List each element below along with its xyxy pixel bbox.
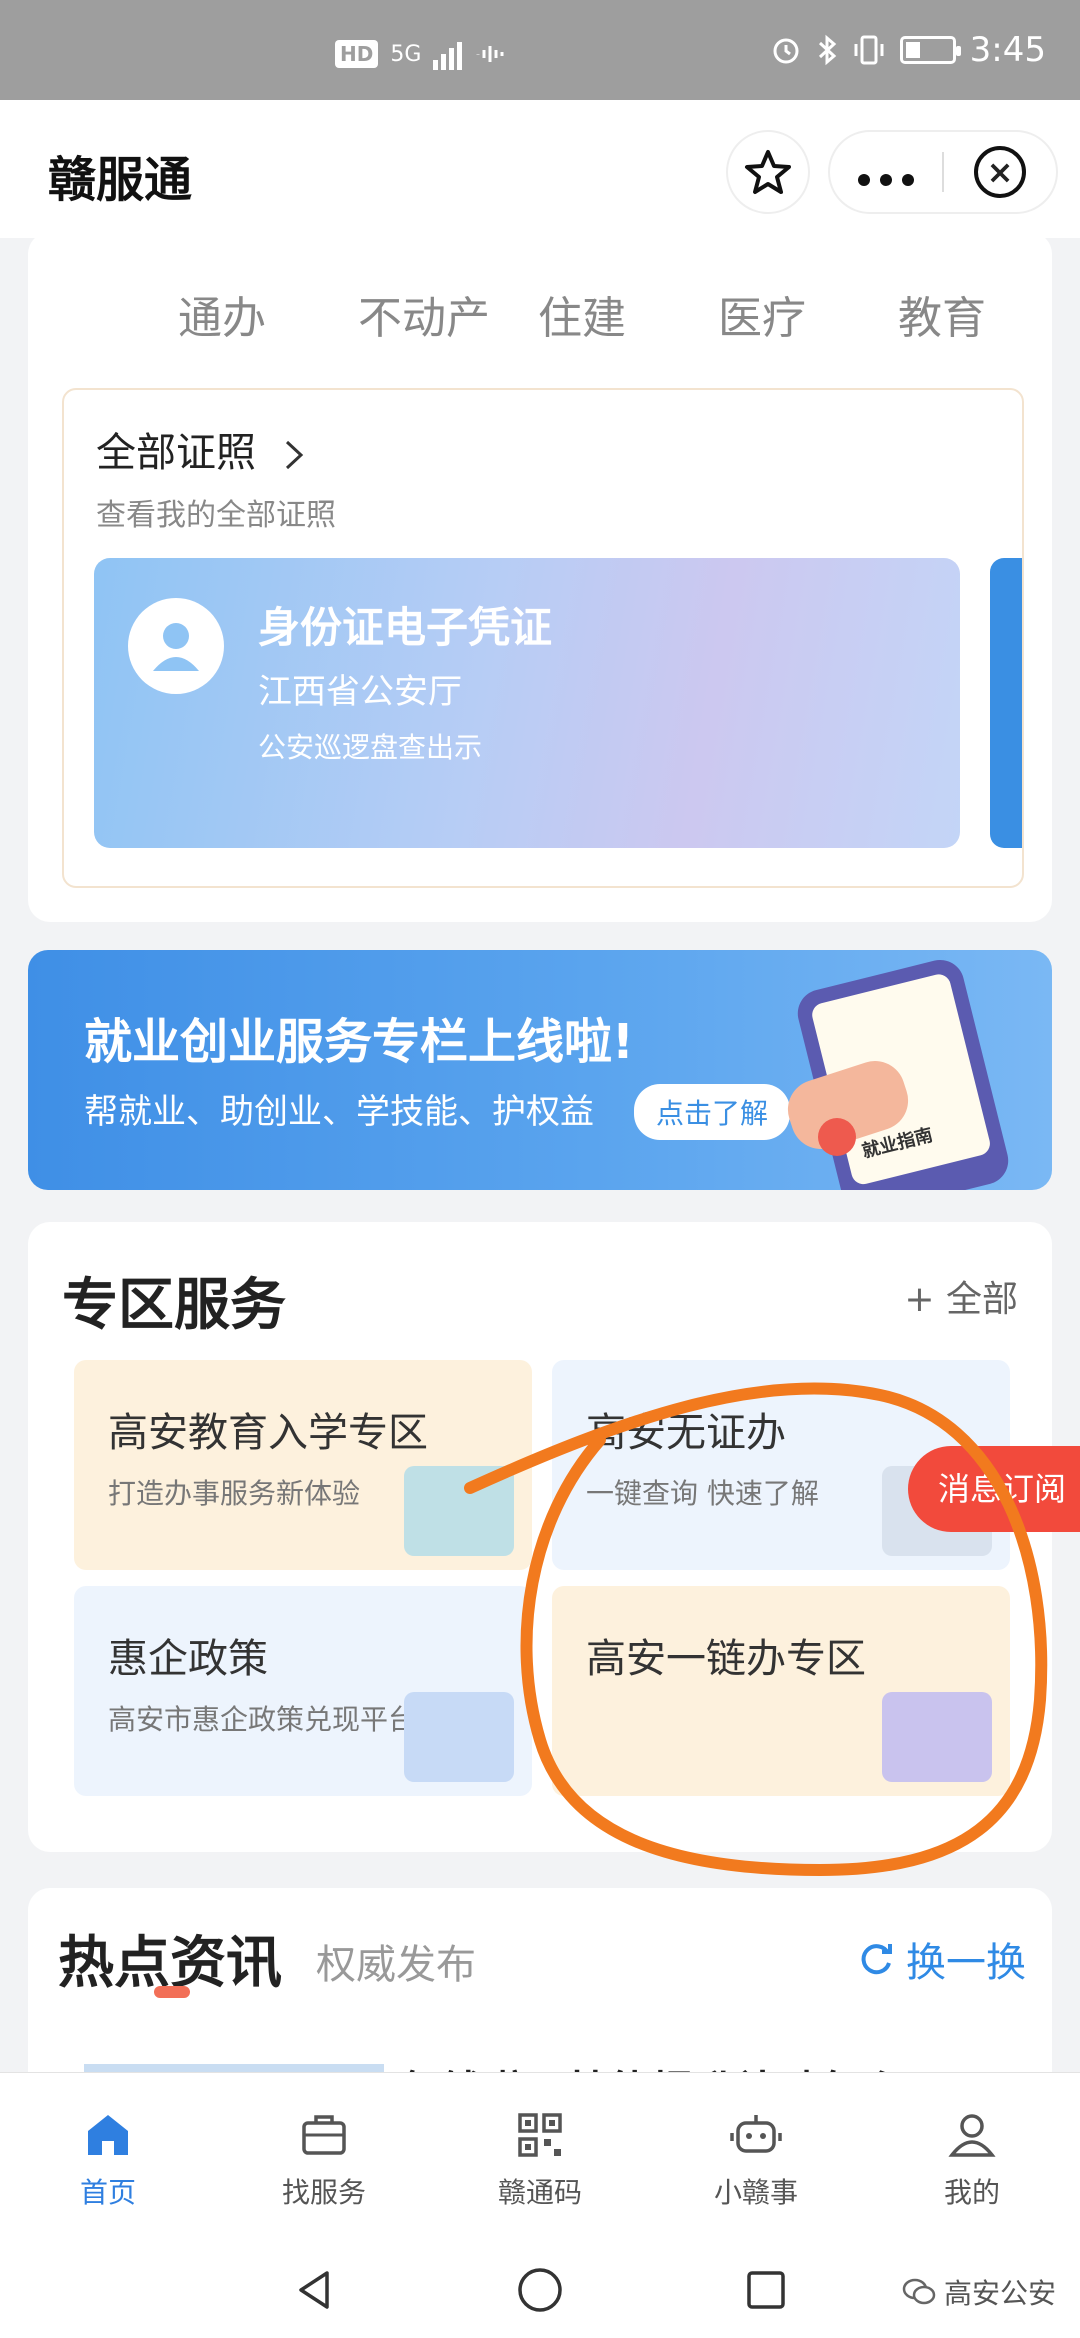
home-nav-button[interactable] [510,2260,570,2320]
card-illustration-icon [882,1692,992,1782]
tab-label: 小赣事 [713,2176,798,2209]
home-circle-icon [518,2268,562,2312]
tab-label: 首页 [79,2176,136,2209]
tab-label: 找服务 [281,2176,366,2209]
banner-learn-more-button[interactable]: 点击了解 [634,1084,791,1140]
tile-subtitle: 高安市惠企政策兑现平台 [108,1703,417,1736]
chevron-right-icon [285,440,303,470]
vibrate-icon [854,35,884,65]
user-icon [946,2109,998,2161]
zone-services-section: 专区服务 + 全部 高安教育入学专区 打造办事服务新体验 高安无证办 一键查询 … [28,1222,1052,1852]
tab-home[interactable]: 首页 [0,2073,216,2242]
message-subscribe-button[interactable]: 消息订阅 [908,1446,1080,1532]
tile-subtitle: 打造办事服务新体验 [108,1477,361,1510]
close-button[interactable]: × [944,146,1056,198]
tile-title: 高安无证办 [586,1410,786,1456]
alarm-icon [773,38,799,64]
tab-medical[interactable]: 医疗 [718,282,898,346]
tile-title: 高安教育入学专区 [108,1410,428,1456]
zone-title: 专区服务 [62,1273,286,1338]
star-icon [745,150,791,194]
phone-illustration-icon [404,1692,514,1782]
briefcase-icon [298,2109,350,2161]
refresh-label: 换一换 [906,1940,1026,1986]
id-card-issuer: 江西省公安厅 [258,672,462,712]
bottom-tab-bar: 首页 找服务 赣通码 小赣事 我的 [0,2072,1080,2242]
clock: 3:45 [969,30,1046,70]
home-icon [82,2109,134,2161]
category-tabs: 通办 不动产 住建 医疗 教育 [178,282,1078,346]
hd-badge: HD [335,40,379,68]
all-certificates-panel: 全部证照 查看我的全部证照 身份证电子凭证 江西省公安厅 公安巡逻盘查出示 [62,388,1024,888]
recents-button[interactable] [736,2260,796,2320]
all-certificates-link[interactable]: 全部证照 [96,420,309,478]
tile-title: 高安一链办专区 [586,1636,866,1682]
recents-square-icon [747,2271,785,2309]
battery-icon [899,36,961,64]
building-illustration-icon [404,1466,514,1556]
all-certificates-label: 全部证照 [96,430,256,476]
tab-xiaoganshi[interactable]: 小赣事 [648,2073,864,2242]
signal-icon [433,38,463,70]
signal-group: HD 5G [335,38,514,70]
status-right: 3:45 [770,30,1046,70]
id-card-name: 身份证电子凭证 [258,603,553,652]
tab-gan-code[interactable]: 赣通码 [432,2073,648,2242]
id-card-credential[interactable]: 身份证电子凭证 江西省公安厅 公安巡逻盘查出示 [94,558,960,848]
close-icon: × [974,146,1026,198]
watermark-text: 高安公安 [943,2277,1056,2310]
tab-education[interactable]: 教育 [898,282,1078,346]
qr-code-icon [514,2109,566,2161]
tab-real-estate[interactable]: 不动产 [358,282,538,346]
mini-program-capsule: × [828,130,1058,214]
banner-subtitle: 帮就业、助创业、学技能、护权益 [84,1092,594,1132]
tile-education-enrollment[interactable]: 高安教育入学专区 打造办事服务新体验 [74,1360,532,1570]
page-title: 赣服通 [48,152,193,208]
tile-enterprise-policy[interactable]: 惠企政策 高安市惠企政策兑现平台 [74,1586,532,1796]
person-icon [153,623,199,671]
network-type: 5G [390,41,422,67]
system-nav-bar: 高安公安 [0,2242,1080,2338]
tile-subtitle: 一键查询 快速了解 [586,1477,819,1510]
favorite-button[interactable] [726,130,810,214]
wechat-icon [902,2278,936,2305]
phone-illustration: 就业指南 [792,954,1014,1190]
tab-find-service[interactable]: 找服务 [216,2073,432,2242]
more-button[interactable] [830,147,942,198]
back-triangle-icon [299,2271,329,2309]
robot-icon [730,2109,782,2161]
wifi-calling-icon [476,46,504,62]
tab-label: 我的 [943,2176,1000,2209]
status-bar: HD 5G 3:45 [0,0,1080,100]
banner-title: 就业创业服务专栏上线啦! [84,1014,634,1070]
tab-tongban[interactable]: 通办 [178,282,358,346]
tab-housing[interactable]: 住建 [538,282,718,346]
tile-one-chain[interactable]: 高安一链办专区 [552,1586,1010,1796]
news-refresh-button[interactable]: 换一换 [856,1930,1026,1988]
watermark: 高安公安 [902,2272,1056,2312]
id-card-hint: 公安巡逻盘查出示 [258,731,483,764]
certificate-card: 通办 不动产 住建 医疗 教育 全部证照 查看我的全部证照 身份证电子凭证 江西… [28,232,1052,922]
refresh-icon [861,1944,892,1975]
more-dots-icon [858,173,914,186]
zone-all-link[interactable]: + 全部 [904,1270,1018,1322]
next-card-peek[interactable] [990,558,1022,848]
bluetooth-icon [818,34,836,66]
back-button[interactable] [284,2260,344,2320]
news-title-underline [154,1986,190,1998]
all-certificates-subtitle: 查看我的全部证照 [96,498,336,533]
tab-mine[interactable]: 我的 [864,2073,1080,2242]
employment-banner[interactable]: 就业创业服务专栏上线啦! 帮就业、助创业、学技能、护权益 点击了解 就业指南 [28,950,1052,1190]
tile-title: 惠企政策 [108,1636,268,1682]
check-badge-icon [818,1118,856,1156]
tab-label: 赣通码 [497,2176,582,2209]
news-subtitle: 权威发布 [316,1942,476,1988]
avatar [128,598,224,694]
